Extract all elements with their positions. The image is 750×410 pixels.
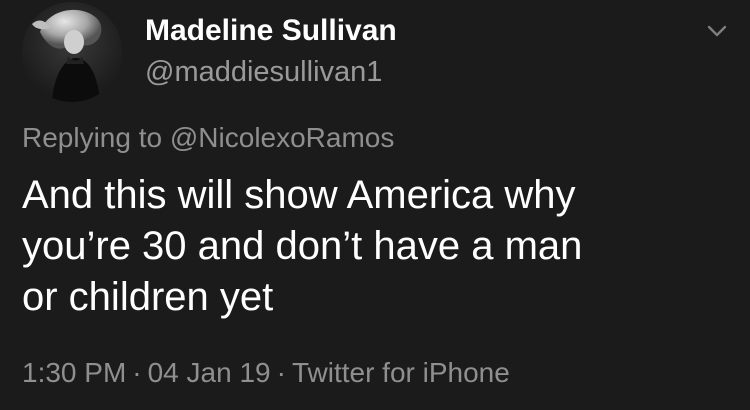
tweet-text: And this will show America why you’re 30…: [22, 173, 583, 319]
tweet-client-link[interactable]: Twitter for iPhone: [292, 357, 510, 388]
replying-to-label: Replying to: [22, 122, 163, 153]
tweet-date: 04 Jan 19: [147, 357, 271, 388]
chevron-down-icon[interactable]: [702, 16, 732, 46]
meta-separator: ·: [132, 357, 142, 388]
reply-mention-link[interactable]: @NicolexoRamos: [170, 122, 395, 153]
avatar[interactable]: [22, 2, 122, 102]
user-handle[interactable]: @maddiesullivan1: [145, 56, 382, 89]
tweet-time: 1:30 PM: [22, 357, 127, 388]
tweet-card: Madeline Sullivan @maddiesullivan1 Reply…: [0, 0, 750, 410]
profile-photo-icon: [22, 2, 122, 102]
meta-separator: ·: [276, 357, 286, 388]
replying-to-line: Replying to @NicolexoRamos: [22, 122, 394, 154]
display-name[interactable]: Madeline Sullivan: [145, 14, 397, 48]
tweet-meta: 1:30 PM · 04 Jan 19 · Twitter for iPhone: [22, 357, 510, 389]
